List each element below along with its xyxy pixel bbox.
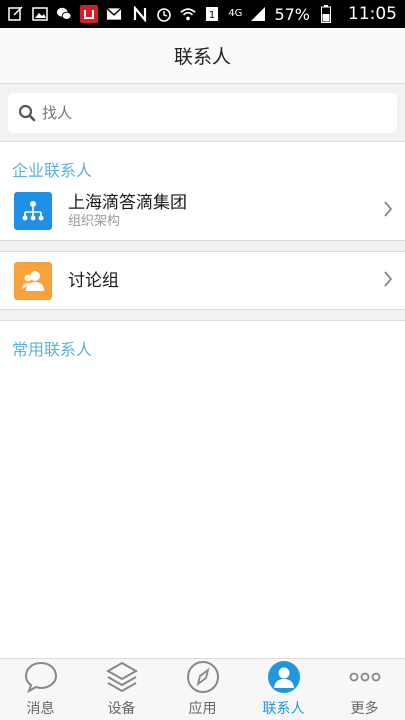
search-input[interactable] xyxy=(42,104,362,122)
groups-label: 讨论组 xyxy=(68,270,119,291)
search-bar xyxy=(0,84,405,142)
section-divider xyxy=(0,309,405,321)
image-notification-icon xyxy=(32,6,48,22)
nav-item-devices[interactable]: 设备 xyxy=(81,659,162,720)
wifi-icon xyxy=(180,6,196,22)
edit-notification-icon xyxy=(8,6,24,22)
layers-icon xyxy=(104,659,140,695)
nav-item-more[interactable]: 更多 xyxy=(324,659,405,720)
page-title: 联系人 xyxy=(173,46,231,68)
groups-text: 讨论组 xyxy=(68,271,405,291)
chevron-right-icon xyxy=(383,270,393,292)
group-icon xyxy=(14,261,52,300)
search-box[interactable] xyxy=(8,93,397,133)
battery-icon xyxy=(318,5,334,23)
nav-item-contacts[interactable]: 联系人 xyxy=(243,659,324,720)
svg-text:1: 1 xyxy=(209,10,215,21)
signal-icon xyxy=(250,6,266,22)
section-divider xyxy=(0,240,405,252)
sim-icon: 1 xyxy=(204,6,220,22)
status-left xyxy=(8,5,122,23)
org-subtitle: 组织架构 xyxy=(68,213,121,229)
app-badge-icon xyxy=(80,5,98,23)
chevron-right-icon xyxy=(383,200,393,222)
frequent-section-label: 常用联系人 xyxy=(12,340,93,359)
clock: 11:05 xyxy=(348,4,397,24)
nav-label: 设备 xyxy=(107,701,136,717)
status-bar: 1 4G 57% 11:05 xyxy=(0,0,405,28)
alarm-icon xyxy=(156,6,172,22)
mail-icon xyxy=(106,6,122,22)
enterprise-section-label: 企业联系人 xyxy=(12,161,93,180)
nav-label: 联系人 xyxy=(262,701,305,717)
nfc-icon xyxy=(132,6,148,22)
battery-percent: 57% xyxy=(274,4,310,24)
nav-label: 应用 xyxy=(188,701,217,717)
groups-row[interactable]: 讨论组 xyxy=(0,252,405,309)
nav-item-apps[interactable]: 应用 xyxy=(162,659,243,720)
network-type: 4G xyxy=(228,8,243,19)
nav-label: 消息 xyxy=(26,701,55,717)
nav-item-messages[interactable]: 消息 xyxy=(0,659,81,720)
org-text: 上海滴答滴集团 组织架构 xyxy=(68,193,405,230)
nav-label: 更多 xyxy=(350,701,379,717)
status-right: 1 4G 57% 11:05 xyxy=(132,4,397,24)
more-icon xyxy=(347,659,383,695)
org-name: 上海滴答滴集团 xyxy=(68,192,187,213)
bottom-nav: 消息 设备 应用 联系人 更多 xyxy=(0,658,405,720)
frequent-section xyxy=(0,321,405,658)
wechat-icon xyxy=(56,6,72,22)
header: 联系人 xyxy=(0,28,405,84)
org-chart-icon xyxy=(14,192,52,230)
search-icon xyxy=(18,104,36,122)
org-row[interactable]: 上海滴答滴集团 组织架构 xyxy=(0,182,405,240)
compass-icon xyxy=(185,659,221,695)
person-icon xyxy=(266,659,302,695)
chat-icon xyxy=(23,659,59,695)
